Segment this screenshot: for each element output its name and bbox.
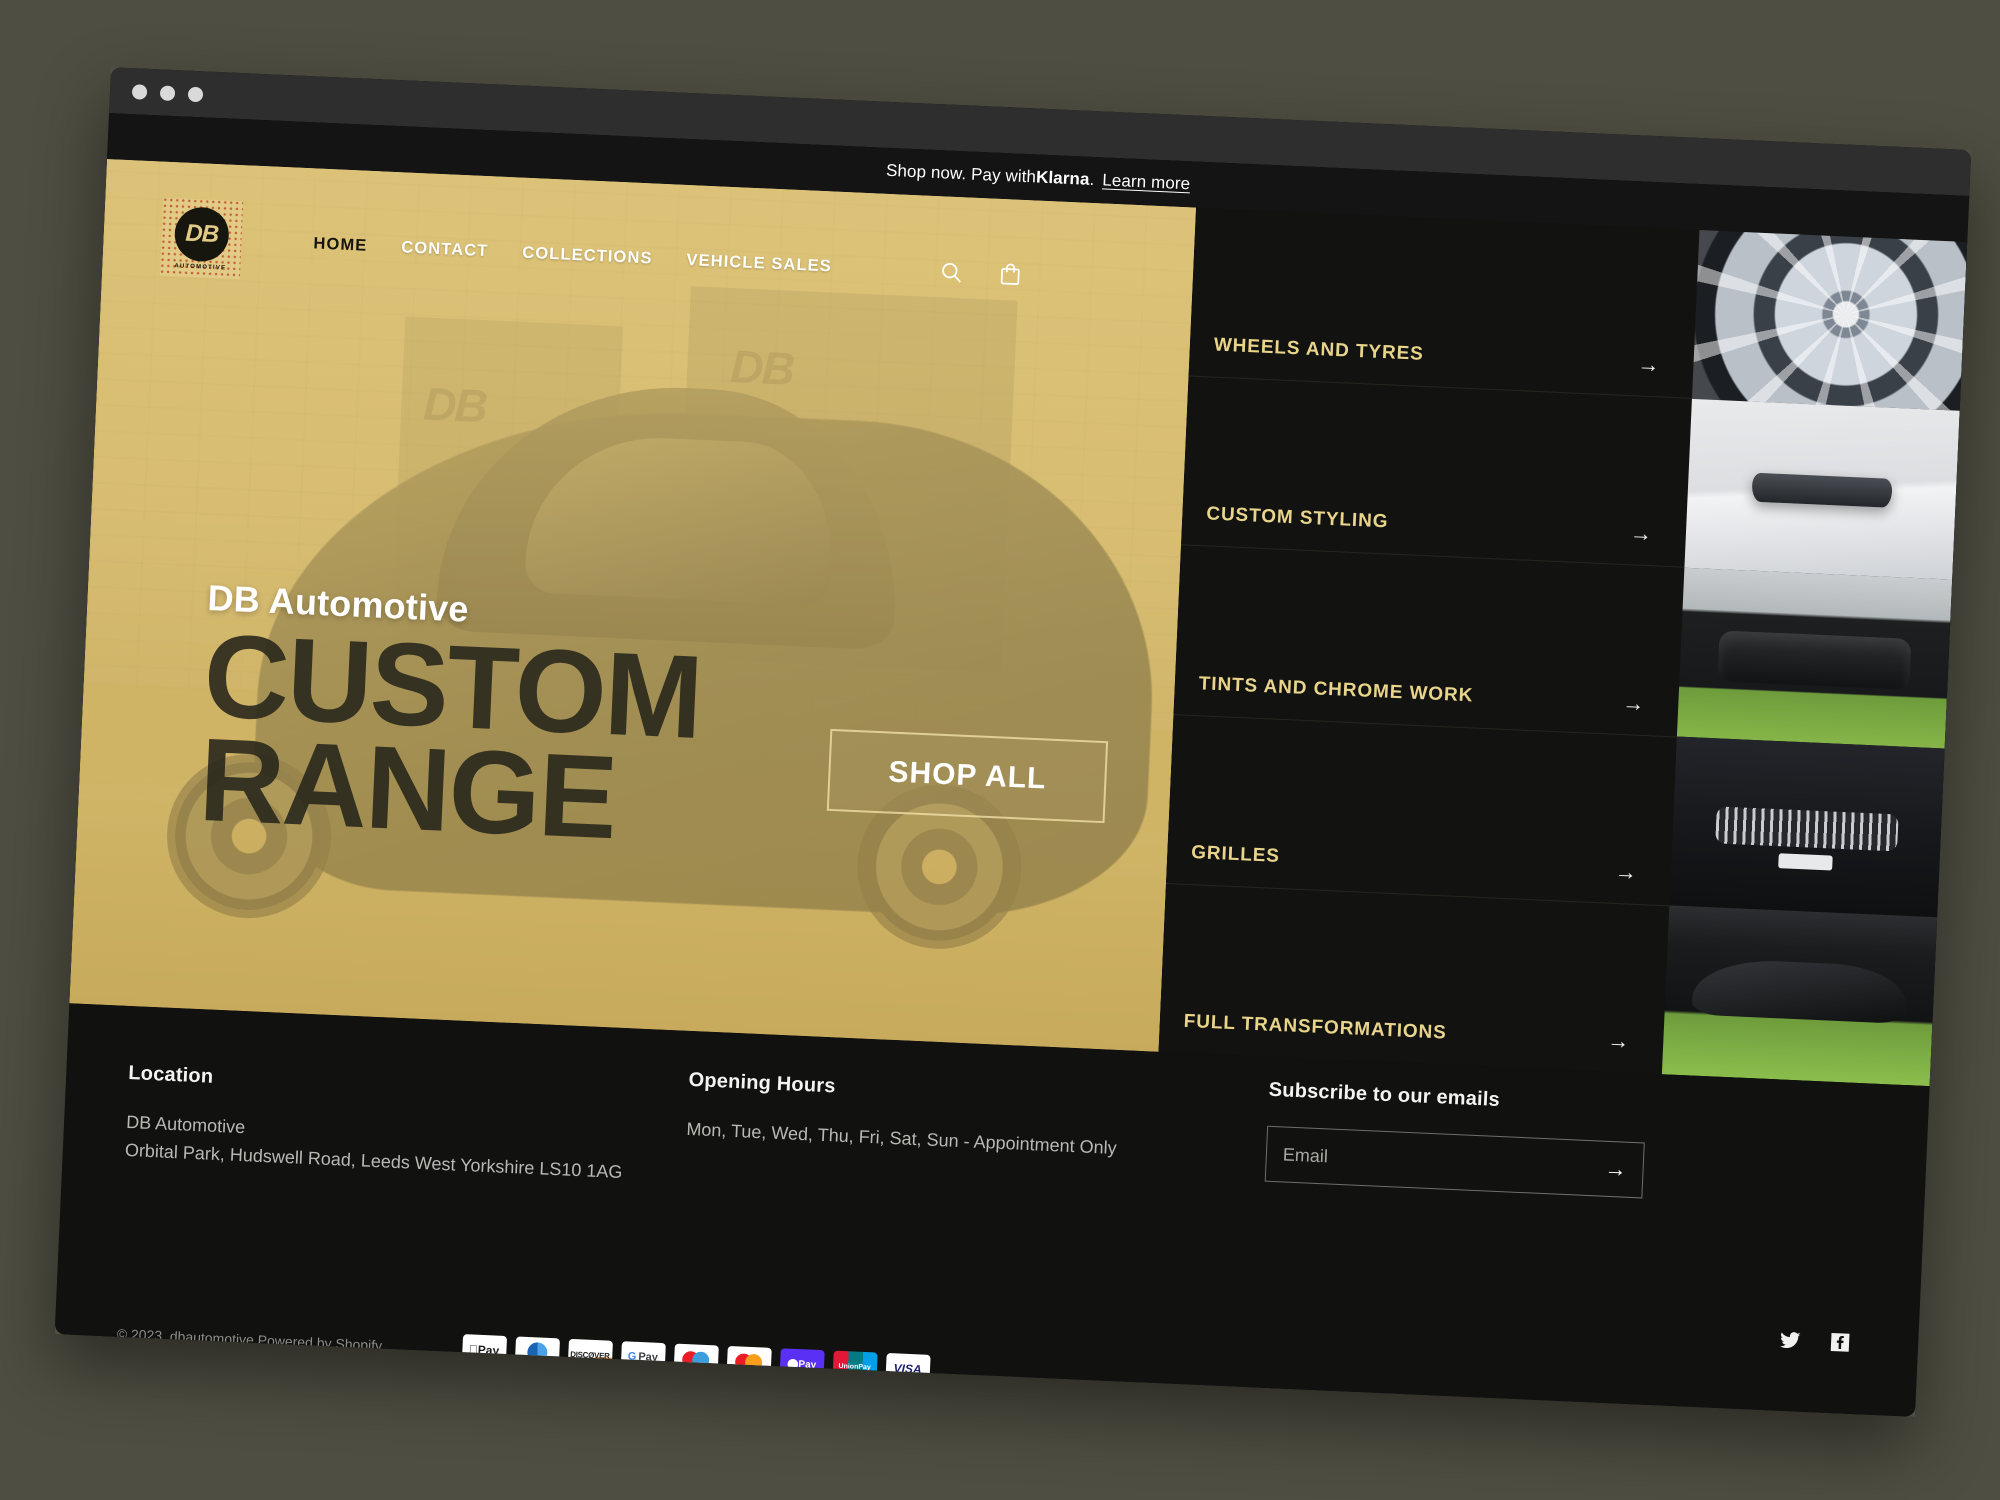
payment-icons: Pay DISCØVER GPay ⬤Pay UnionPay VISA: [461, 1334, 931, 1385]
site-logo[interactable]: DB AUTOMOTIVE: [159, 197, 244, 280]
twitter-icon[interactable]: [1778, 1328, 1803, 1353]
social-links: [1778, 1328, 1853, 1355]
copyright-text: © 2023, dbautomotive Powered by Shopify: [116, 1325, 383, 1354]
announcement-text-before: Shop now. Pay with: [885, 160, 1037, 187]
subscribe-heading: Subscribe to our emails: [1268, 1078, 1501, 1112]
category-label: CUSTOM STYLING: [1205, 503, 1389, 533]
category-item-custom-styling[interactable]: CUSTOM STYLING →: [1180, 376, 1692, 569]
announcement-text-after: .: [1089, 169, 1095, 190]
nav-item-collections[interactable]: COLLECTIONS: [522, 243, 653, 268]
email-input[interactable]: [1282, 1143, 1606, 1180]
category-item-grilles[interactable]: GRILLES →: [1165, 714, 1677, 907]
nav-item-contact[interactable]: CONTACT: [401, 238, 489, 261]
category-item-tints-and-chrome-work[interactable]: TINTS AND CHROME WORK →: [1173, 545, 1685, 738]
diners-club-icon: [514, 1336, 560, 1369]
facebook-icon[interactable]: [1828, 1330, 1853, 1355]
hero-copy: DB Automotive CUSTOM RANGE: [196, 577, 705, 865]
window-close-dot[interactable]: [131, 83, 148, 100]
arrow-right-icon: →: [1629, 520, 1653, 547]
main-nav: HOME CONTACT COLLECTIONS VEHICLE SALES: [313, 234, 832, 276]
subscribe-form: →: [1264, 1125, 1645, 1199]
arrow-right-icon: →: [1614, 858, 1638, 885]
browser-window: Shop now. Pay with Klarna . Learn more D…: [54, 67, 1972, 1417]
window-minimize-dot[interactable]: [159, 84, 176, 101]
arrow-right-icon: →: [1606, 1027, 1630, 1054]
thumbnail-door-handle[interactable]: [1684, 398, 1960, 580]
category-item-wheels-and-tyres[interactable]: WHEELS AND TYRES →: [1188, 207, 1700, 400]
search-icon[interactable]: [938, 259, 964, 285]
cart-icon[interactable]: [997, 261, 1023, 287]
page-content: Shop now. Pay with Klarna . Learn more D…: [54, 113, 1970, 1417]
nav-item-vehicle-sales[interactable]: VEHICLE SALES: [686, 251, 832, 276]
google-pay-icon: G Pay: [620, 1341, 666, 1374]
mastercard-icon: [726, 1345, 772, 1378]
unionpay-icon: UnionPay: [832, 1350, 878, 1383]
category-label: FULL TRANSFORMATIONS: [1183, 1010, 1448, 1044]
thumbnail-black-hatchback[interactable]: [1661, 905, 1938, 1087]
window-maximize-dot[interactable]: [187, 86, 204, 102]
location-heading: Location: [127, 1061, 214, 1088]
logo-mark: DB: [173, 205, 230, 263]
logo-subtitle: AUTOMOTIVE: [174, 262, 227, 272]
screenshot-stage: Shop now. Pay with Klarna . Learn more D…: [0, 0, 2000, 1500]
category-label: TINTS AND CHROME WORK: [1198, 672, 1474, 707]
shop-pay-icon: ⬤ Pay: [779, 1348, 825, 1381]
footer-bottom: © 2023, dbautomotive Powered by Shopify …: [116, 1319, 1854, 1417]
shop-all-button[interactable]: SHOP ALL: [826, 728, 1109, 824]
category-label: GRILLES: [1190, 841, 1281, 867]
visa-icon: VISA: [884, 1352, 931, 1385]
arrow-right-icon: →: [1621, 689, 1645, 716]
hours-value: Mon, Tue, Wed, Thu, Fri, Sat, Sun - Appo…: [686, 1118, 1118, 1159]
maestro-icon: [673, 1343, 719, 1376]
klarna-logo-text: Klarna: [1035, 167, 1090, 189]
header-icons: [938, 259, 1193, 295]
footer-location-column: Location DB Automotive Orbital Park, Hud…: [124, 1028, 690, 1190]
nav-item-home[interactable]: HOME: [313, 234, 368, 255]
discover-icon: DISCØVER: [567, 1338, 613, 1371]
apple-pay-icon: Pay: [461, 1334, 507, 1367]
category-thumbnails: [1661, 230, 1968, 1087]
hero-headline-line2: RANGE: [196, 714, 619, 865]
subscribe-submit-button[interactable]: →: [1604, 1156, 1627, 1183]
footer-hours-column: Opening Hours Mon, Tue, Wed, Thu, Fri, S…: [684, 1053, 1270, 1215]
footer-subscribe-column: Subscribe to our emails →: [1263, 1079, 1866, 1242]
learn-more-link[interactable]: Learn more: [1102, 170, 1191, 194]
thumbnail-car-grille[interactable]: [1669, 736, 1945, 918]
arrow-right-icon: →: [1636, 351, 1660, 378]
thumbnail-car-rear[interactable]: [1676, 567, 1953, 749]
hero-banner: DB DB DB: [69, 159, 1196, 1052]
hours-heading: Opening Hours: [688, 1068, 837, 1098]
thumbnail-alloy-wheel[interactable]: [1691, 230, 1968, 411]
category-label: WHEELS AND TYRES: [1213, 334, 1425, 366]
category-list: WHEELS AND TYRES → CUSTOM STYLING → TINT…: [1158, 207, 1700, 1075]
main-region: DB DB DB: [69, 159, 1968, 1087]
category-panel: WHEELS AND TYRES → CUSTOM STYLING → TINT…: [1158, 207, 1968, 1087]
category-item-full-transformations[interactable]: FULL TRANSFORMATIONS →: [1158, 884, 1669, 1074]
